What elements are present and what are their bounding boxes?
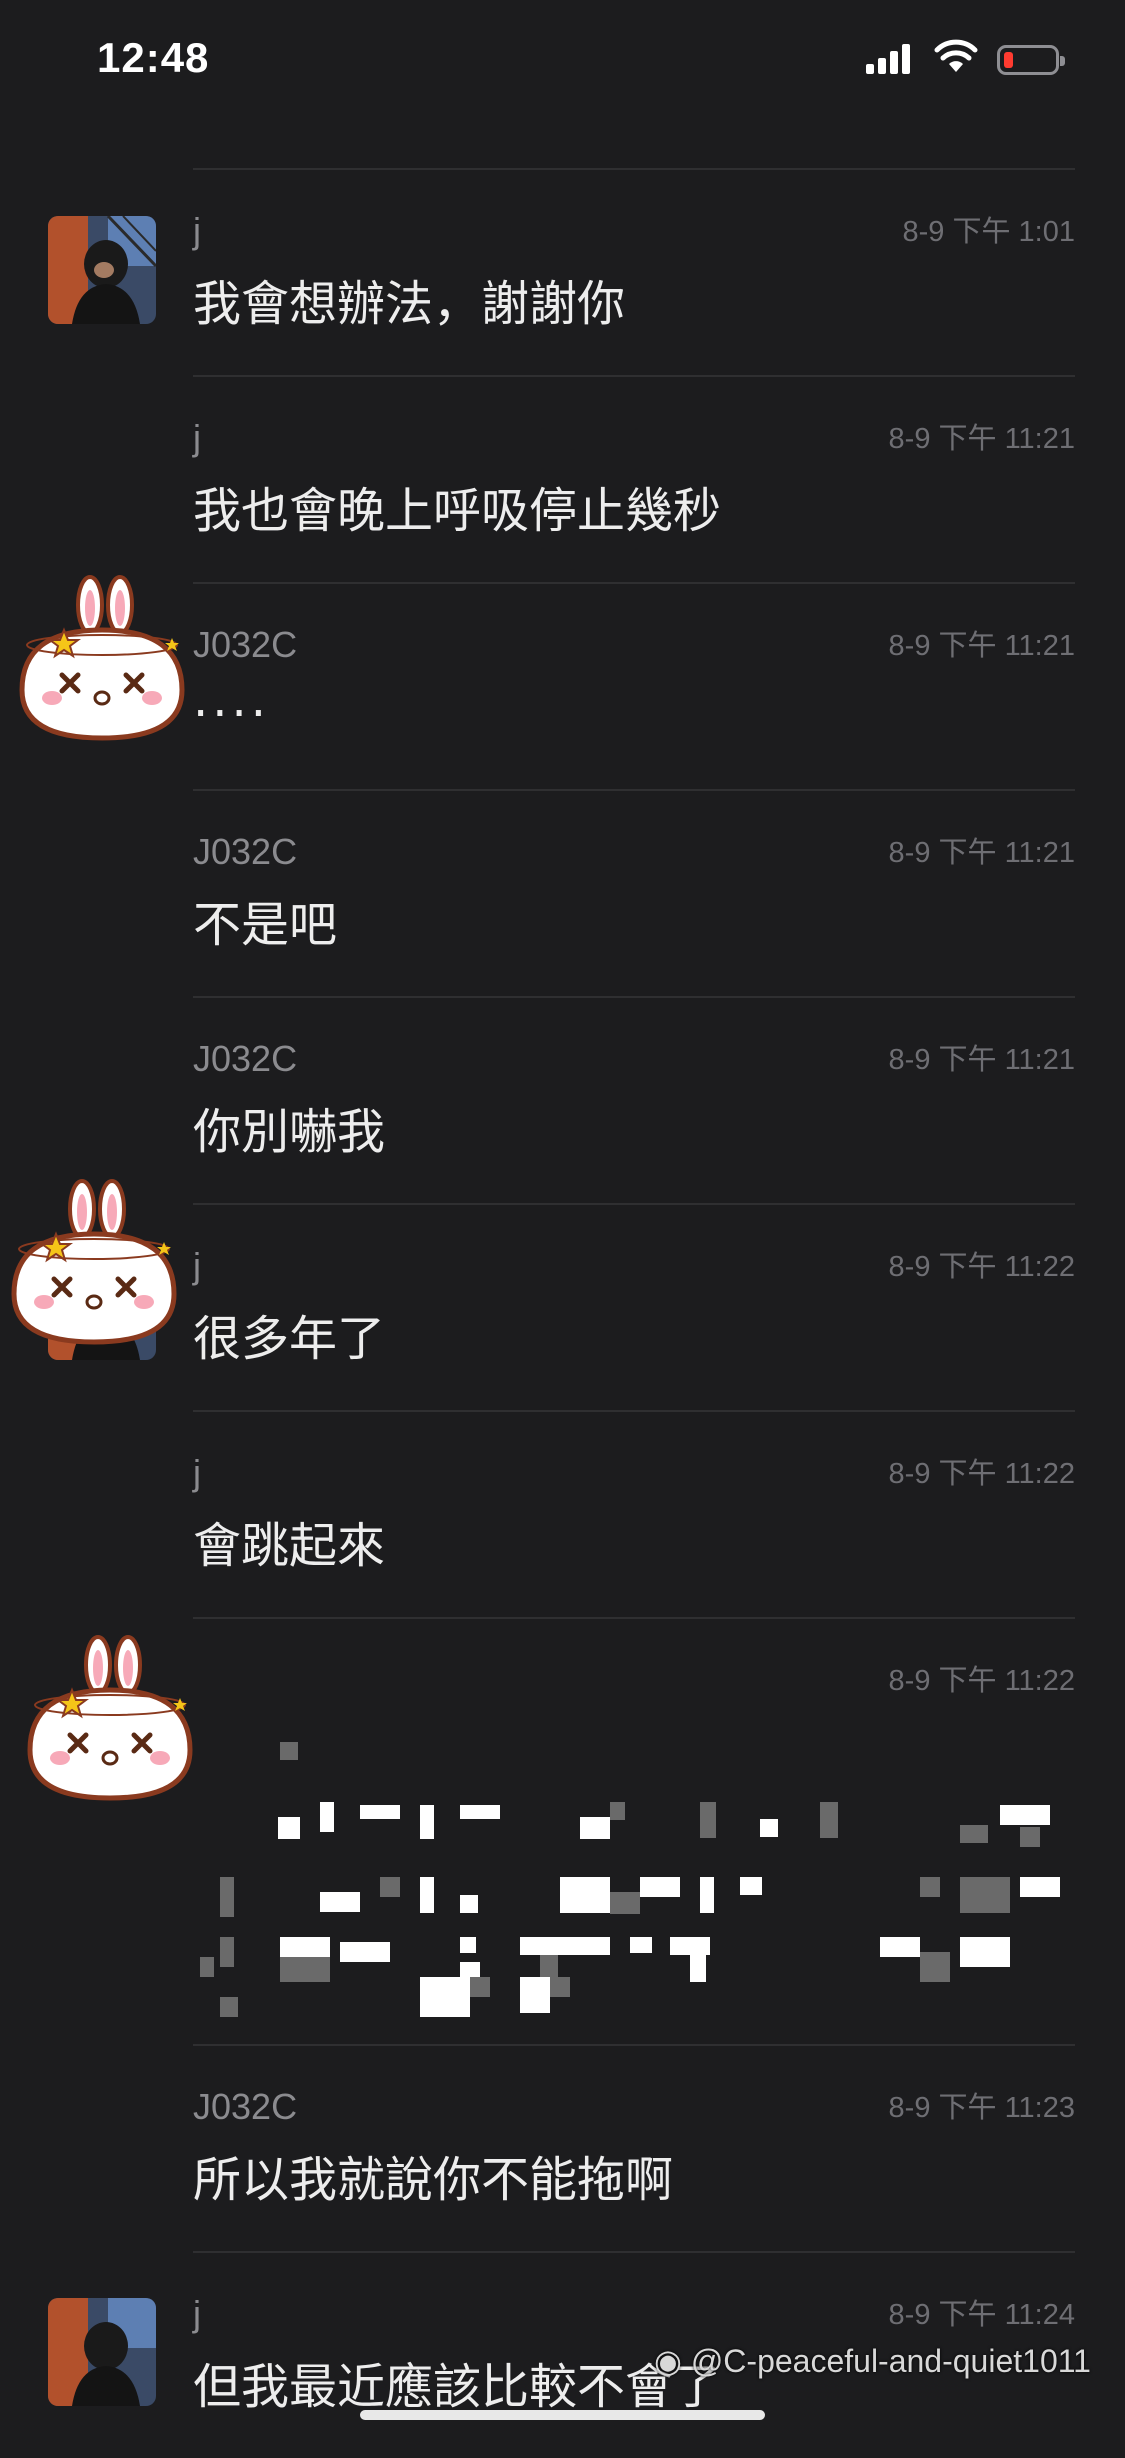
watermark-text: @C-peaceful-and-quiet1011: [690, 2343, 1091, 2379]
message-divider: [193, 1617, 1075, 1619]
cellular-signal-icon: [866, 44, 914, 74]
message-divider: [193, 582, 1075, 584]
message-text: 我會想辦法，謝謝你: [193, 276, 626, 332]
message-timestamp: 8-9 下午 11:21: [888, 837, 1075, 869]
rabbit-sticker-icon: [19, 575, 185, 741]
message-divider: [193, 2044, 1075, 2046]
message-text: 不是吧: [193, 897, 338, 953]
message-sender: J032C: [193, 1038, 298, 1079]
message-timestamp: 8-9 下午 11:23: [888, 2092, 1075, 2124]
message-text: ....: [193, 672, 271, 728]
message-sender: j: [193, 210, 201, 251]
message-sender: j: [193, 2293, 201, 2334]
weibo-icon: ◉: [654, 2343, 682, 2379]
chat-message[interactable]: J032C 8-9 下午 11:23 所以我就說你不能拖啊: [0, 2044, 1125, 2251]
message-text: 會跳起來: [193, 1518, 386, 1574]
chat-message[interactable]: J032C 8-9 下午 11:21 你別嚇我: [0, 996, 1125, 1203]
chat-message[interactable]: j 8-9 下午 1:01 我會想辦法，謝謝你: [0, 168, 1125, 375]
rabbit-sticker-icon: [11, 1179, 177, 1345]
message-divider: [193, 2251, 1075, 2253]
message-divider: [193, 996, 1075, 998]
message-divider: [193, 1203, 1075, 1205]
message-text: 我也會晚上呼吸停止幾秒: [193, 483, 722, 539]
message-divider: [193, 1410, 1075, 1412]
message-sender: J032C: [193, 831, 298, 872]
message-divider: [193, 168, 1075, 170]
message-timestamp: 8-9 下午 11:21: [888, 1044, 1075, 1076]
home-indicator[interactable]: [360, 2410, 765, 2420]
message-timestamp: 8-9 下午 11:22: [888, 1251, 1075, 1283]
message-timestamp: 8-9 下午 11:24: [888, 2299, 1075, 2331]
chat-message[interactable]: j 8-9 下午 11:22 會跳起來: [0, 1410, 1125, 1617]
message-sender: J032C: [193, 624, 298, 665]
user-avatar[interactable]: [48, 2298, 156, 2406]
message-sender: j: [193, 1452, 201, 1493]
chat-message[interactable]: J032C 8-9 下午 11:21 不是吧: [0, 789, 1125, 996]
rabbit-sticker-icon: [27, 1635, 193, 1801]
message-text: 你別嚇我: [193, 1104, 386, 1160]
pixelated-content: [190, 1677, 1090, 2027]
message-text: 但我最近應該比較不會了: [193, 2359, 722, 2415]
battery-icon: [997, 45, 1065, 75]
user-avatar[interactable]: [48, 216, 156, 324]
message-timestamp: 8-9 下午 11:21: [888, 630, 1075, 662]
message-sender: j: [193, 1245, 201, 1286]
message-timestamp: 8-9 下午 11:22: [888, 1458, 1075, 1490]
status-time: 12:48: [97, 34, 210, 81]
message-text: 很多年了: [193, 1311, 386, 1367]
message-text: 所以我就說你不能拖啊: [193, 2152, 674, 2208]
message-divider: [193, 375, 1075, 377]
status-bar: 12:48: [0, 0, 1125, 120]
message-timestamp: 8-9 下午 11:21: [888, 423, 1075, 455]
message-timestamp: 8-9 下午 1:01: [902, 216, 1075, 248]
watermark: ◉ @C-peaceful-and-quiet1011: [654, 2342, 1091, 2380]
wifi-icon: [934, 39, 978, 72]
message-sender: j: [193, 417, 201, 458]
chat-message[interactable]: j 8-9 下午 11:21 我也會晚上呼吸停止幾秒: [0, 375, 1125, 582]
message-divider: [193, 789, 1075, 791]
message-sender: J032C: [193, 2086, 298, 2127]
